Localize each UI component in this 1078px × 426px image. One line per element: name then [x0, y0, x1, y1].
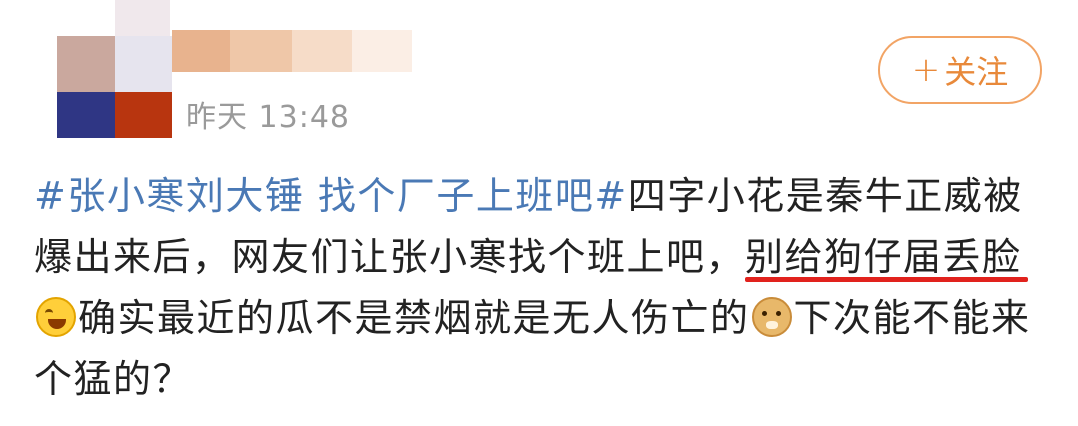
follow-button[interactable]: + 关注 — [878, 36, 1042, 104]
avatar[interactable] — [0, 0, 180, 140]
doge-emoji-icon — [751, 297, 792, 337]
avatar-blur-tile — [57, 36, 115, 92]
avatar-blur-tile — [115, 92, 172, 138]
username-blurred[interactable] — [172, 30, 422, 72]
underlined-text: 别给狗仔届丢脸 — [745, 235, 1022, 279]
laughing-crying-emoji-icon — [36, 297, 76, 337]
topic-link[interactable]: #张小寒刘大锤 找个厂子上班吧# — [34, 174, 628, 218]
content-text: 确实最近的瓜不是禁烟就是无人伤亡的 — [78, 296, 750, 340]
post-time: 昨天 13:48 — [186, 100, 350, 135]
avatar-blur-tile — [57, 92, 115, 138]
avatar-blur-tile — [115, 36, 172, 92]
plus-icon: + — [911, 50, 941, 90]
follow-label: 关注 — [944, 53, 1009, 91]
post-content: #张小寒刘大锤 找个厂子上班吧#四字小花是秦牛正威被爆出来后，网友们让张小寒找个… — [34, 166, 1054, 410]
avatar-blur-tile — [115, 0, 170, 38]
